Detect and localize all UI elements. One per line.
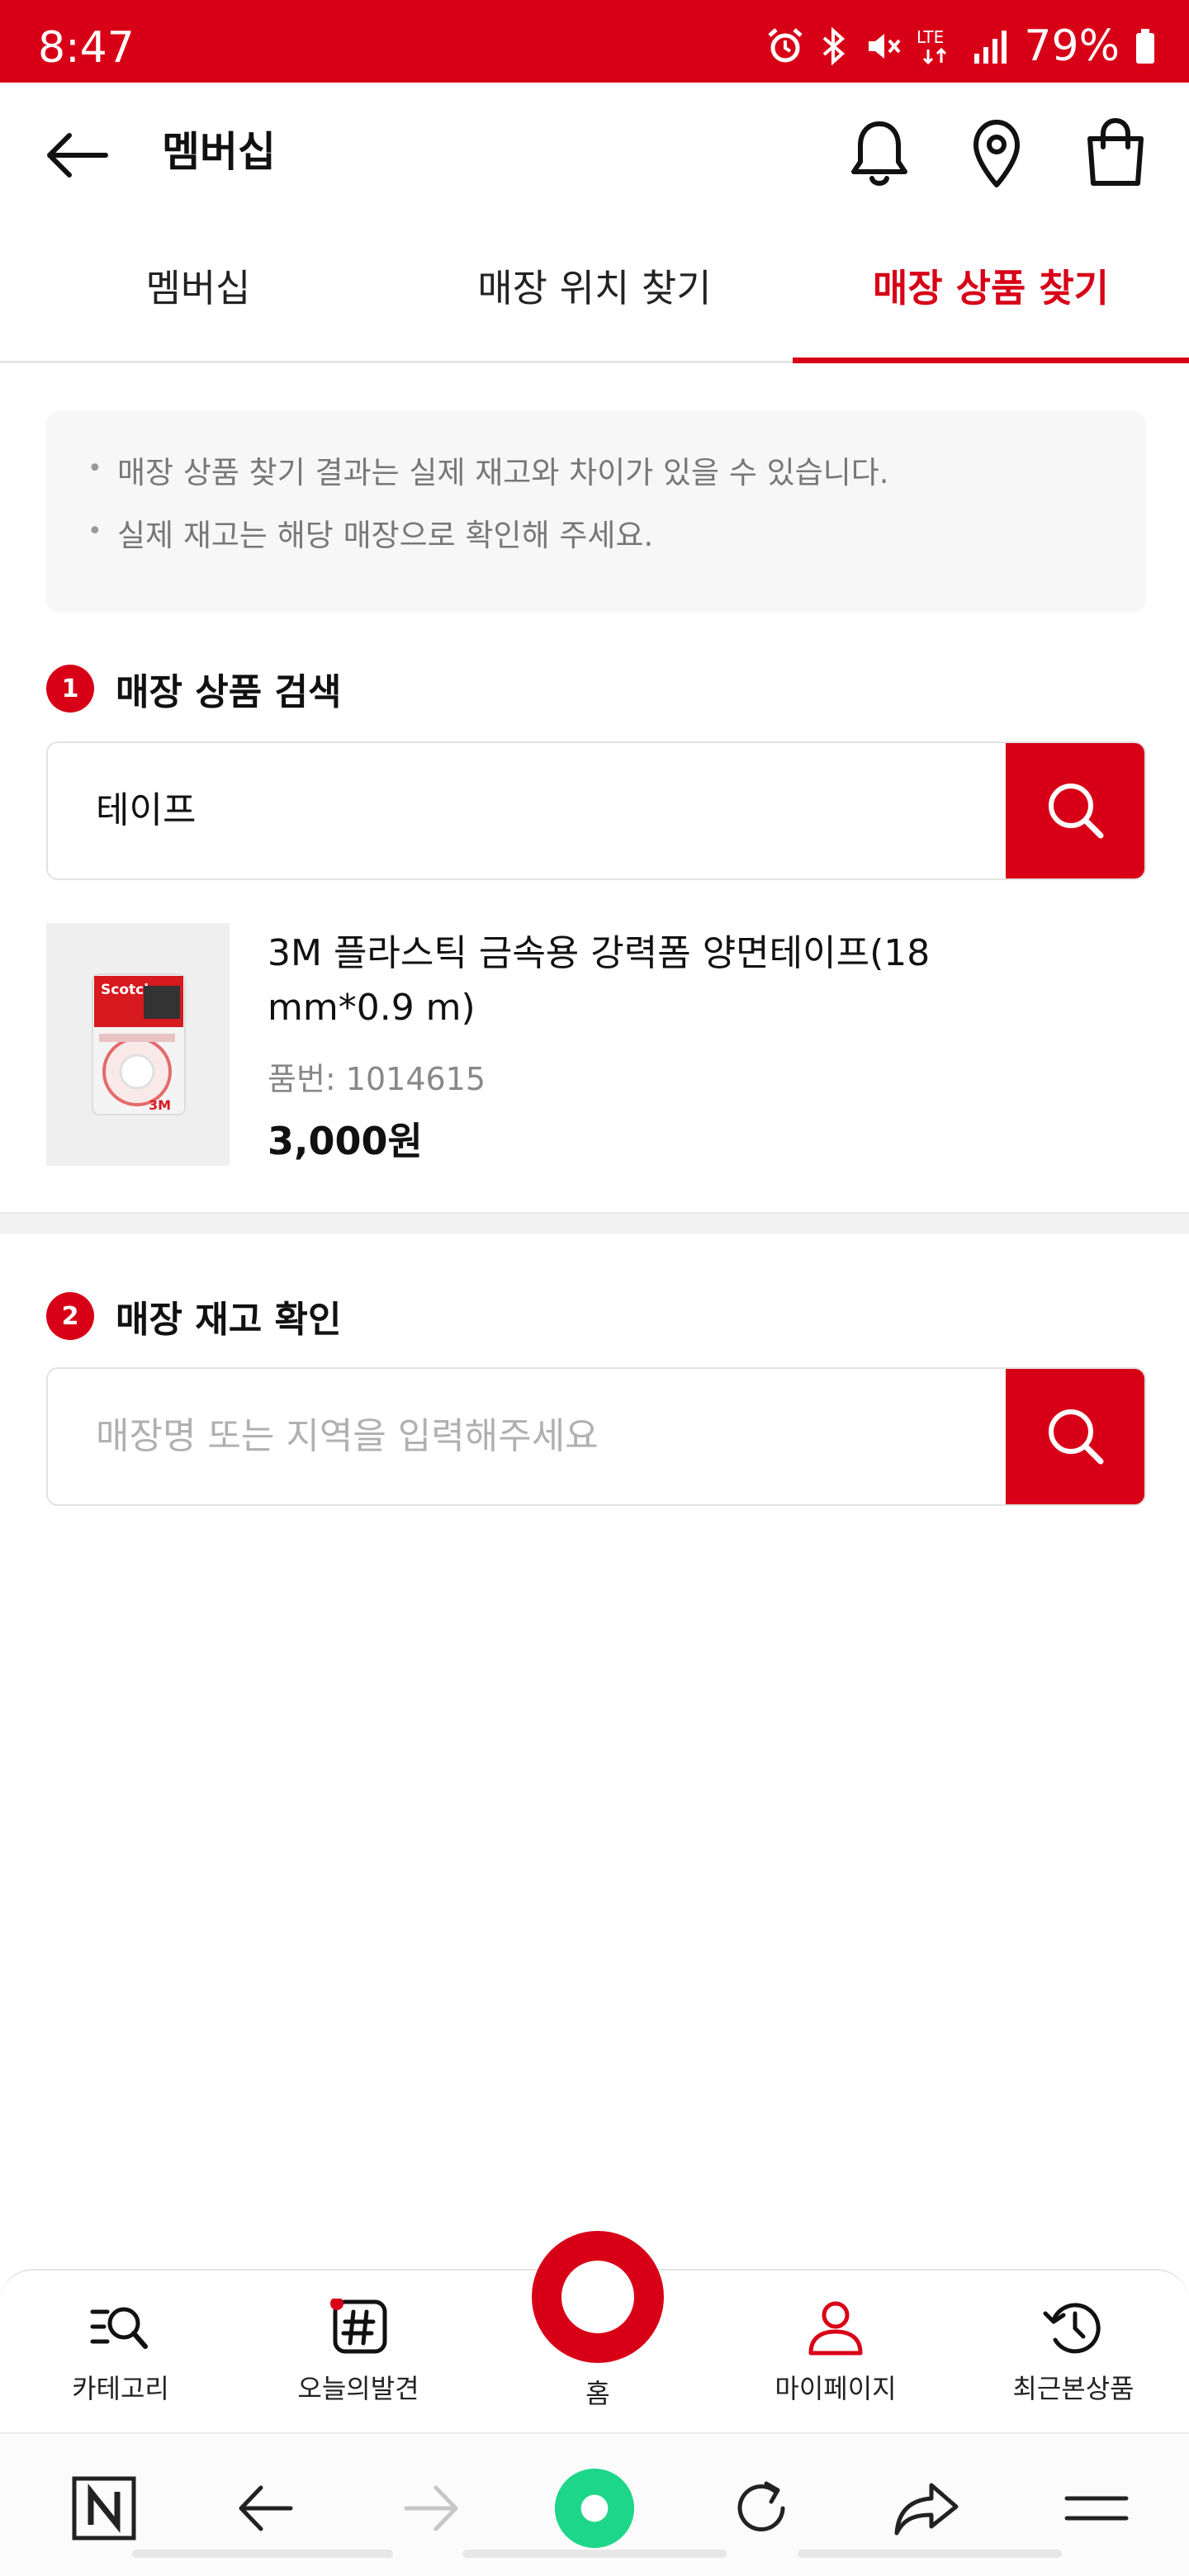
cart-button[interactable] [1078,116,1153,190]
lte-signal-icon: LTE [917,27,947,65]
nav-label: 최근본상품 [1012,2373,1135,2404]
home-ring-icon [561,2261,634,2333]
section-product-search-header: 1 매장 상품 검색 [46,662,342,715]
nav-my-page[interactable]: 마이페이지 [737,2299,935,2406]
notice-text: 매장 상품 찾기 결과는 실제 재고와 차이가 있을 수 있습니다. [117,455,889,490]
section-title: 매장 재고 확인 [116,1299,342,1341]
status-icons: LTE 79% [766,25,1156,68]
share-arrow-icon [894,2483,959,2536]
step-number-badge: 2 [46,1292,94,1340]
step-number-badge: 1 [46,665,94,713]
green-dot-home-icon [554,2468,635,2549]
browser-menu-button[interactable] [1055,2467,1138,2550]
hashtag-icon [330,2299,387,2354]
hamburger-menu-icon [1064,2496,1129,2521]
nav-home-label: 홈 [585,2378,610,2409]
status-time: 8:47 [38,23,135,73]
tab-store-location[interactable]: 매장 위치 찾기 [396,248,793,361]
reload-icon [737,2481,785,2531]
tab-store-product[interactable]: 매장 상품 찾기 [793,248,1189,363]
browser-toolbar [0,2432,1189,2576]
product-image[interactable]: Scotch 3M [46,923,230,1166]
store-search-button[interactable] [1006,1369,1144,1504]
nav-home-button[interactable] [532,2231,664,2363]
svg-text:3M: 3M [149,1097,171,1113]
section-stock-check-header: 2 매장 재고 확인 [46,1290,342,1342]
bottom-navigation: 카테고리 오늘의발견 홈 마이페이지 최근본상품 [0,2231,1189,2432]
person-icon [808,2301,863,2356]
browser-back-button[interactable] [225,2467,307,2550]
nav-label: 오늘의발견 [297,2373,419,2404]
notice-text: 실제 재고는 해당 매장으로 확인해 주세요. [117,517,654,553]
location-pin-icon [973,120,1020,187]
product-name[interactable]: 3M 플라스틱 금속용 강력폼 양면테이프(18 mm*0.9 m) [268,926,978,1035]
nav-recently-viewed[interactable]: 최근본상품 [974,2299,1172,2406]
arrow-left-icon [239,2485,293,2531]
mute-icon [869,34,901,59]
arrow-left-icon [47,133,108,178]
battery-percent: 79% [1024,21,1120,71]
bullet: • [88,454,102,483]
naver-n-icon [72,2476,136,2540]
bell-icon [851,121,907,186]
notice-box: • 매장 상품 찾기 결과는 실제 재고와 차이가 있을 수 있습니다. • 실… [46,411,1146,613]
nav-today-discovery[interactable]: 오늘의발견 [259,2299,457,2406]
search-icon [1049,784,1104,839]
notice-item: • 실제 재고는 해당 매장으로 확인해 주세요. [88,515,1146,556]
arrow-right-icon [404,2485,458,2531]
notice-item: • 매장 상품 찾기 결과는 실제 재고와 차이가 있을 수 있습니다. [88,452,1146,494]
product-search-box [46,741,1146,880]
browser-naver-button[interactable] [63,2467,145,2550]
shopping-bag-icon [1087,117,1144,186]
nav-label: 카테고리 [72,2373,169,2404]
svg-text:LTE: LTE [917,27,944,47]
tab-bar: 멤버십 매장 위치 찾기 매장 상품 찾기 [0,248,1189,363]
product-search-input[interactable] [96,743,1004,878]
search-icon [1049,1409,1104,1465]
store-search-input[interactable] [96,1369,1004,1504]
status-bar: 8:47 LTE 79% [0,0,1189,83]
tab-membership[interactable]: 멤버십 [0,248,396,361]
browser-reload-button[interactable] [720,2467,803,2550]
history-icon [1043,2303,1101,2354]
product-code: 품번: 1014615 [268,1061,486,1097]
store-search-box [46,1367,1146,1506]
section-divider [0,1212,1189,1234]
product-result-item[interactable]: Scotch 3M 3M 플라스틱 금속용 강력폼 양면테이프(18 mm*0.… [46,923,1146,1171]
scroll-handle [132,2550,393,2558]
browser-home-button[interactable] [553,2467,636,2550]
page-title: 멤버십 [162,128,276,176]
back-button[interactable] [41,122,116,188]
signal-icon [974,31,1007,64]
app-header: 멤버십 [0,83,1189,223]
store-location-button[interactable] [959,116,1034,190]
scroll-handle [462,2550,727,2558]
bullet: • [88,516,102,546]
browser-forward-button[interactable] [390,2467,472,2550]
product-price: 3,000원 [268,1119,423,1163]
scroll-handle [798,2550,1062,2558]
nav-category[interactable]: 카테고리 [21,2299,220,2406]
nav-label: 마이페이지 [775,2373,897,2404]
section-title: 매장 상품 검색 [116,671,342,713]
browser-share-button[interactable] [885,2467,968,2550]
product-search-button[interactable] [1006,743,1144,878]
bluetooth-icon [823,27,846,65]
battery-icon [1136,29,1154,64]
category-search-icon [90,2307,148,2349]
alarm-icon [768,28,803,63]
notification-button[interactable] [842,116,917,190]
tape-package-image: Scotch 3M [92,973,186,1115]
